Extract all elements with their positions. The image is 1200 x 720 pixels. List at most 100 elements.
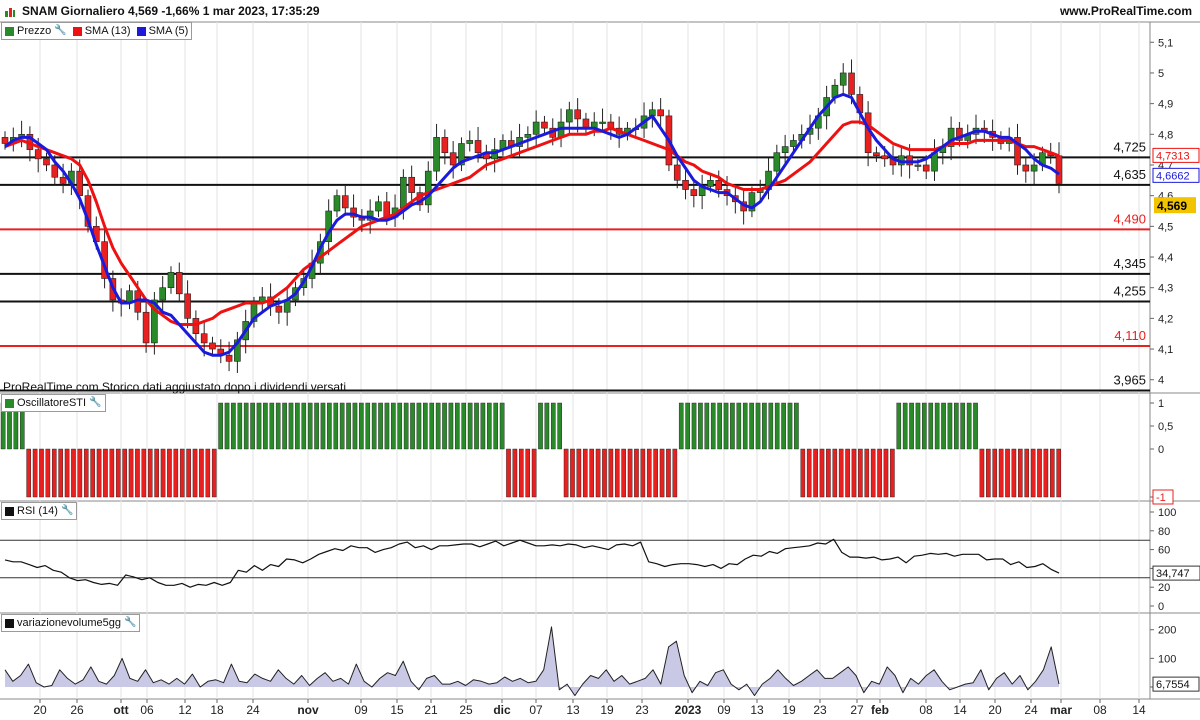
candle-body bbox=[790, 140, 797, 147]
oscillator-bar bbox=[806, 448, 812, 498]
oscillator-bar bbox=[672, 448, 678, 498]
candle-body bbox=[184, 293, 191, 319]
osc-y-tick-label: 0 bbox=[1158, 444, 1164, 456]
wrench-icon[interactable]: 🔧 bbox=[61, 503, 73, 519]
x-tick-label: 08 bbox=[919, 703, 933, 717]
candle-body bbox=[192, 318, 200, 335]
oscillator-bar bbox=[1037, 448, 1042, 498]
volume-area bbox=[4, 626, 1060, 697]
x-tick-label: 06 bbox=[140, 703, 154, 717]
x-tick-label: 13 bbox=[566, 703, 580, 717]
oscillator-bar bbox=[538, 402, 543, 450]
oscillator-bar bbox=[717, 402, 722, 450]
rsi-y-tick-label: 100 bbox=[1158, 507, 1176, 519]
oscillator-bar bbox=[896, 402, 902, 450]
candlesticks bbox=[1, 59, 1063, 373]
oscillator-bar bbox=[787, 402, 793, 450]
rsi-legend[interactable]: RSI (14) 🔧 bbox=[1, 502, 78, 520]
wrench-icon[interactable]: 🔧 bbox=[89, 395, 101, 411]
candle-body bbox=[773, 152, 781, 172]
candle-body bbox=[839, 72, 847, 86]
volume-legend[interactable]: variazionevolume5gg 🔧 bbox=[1, 614, 141, 632]
candle-body bbox=[424, 170, 432, 206]
oscillator-bar bbox=[327, 402, 332, 450]
x-tick-label: 25 bbox=[459, 703, 473, 717]
oscillator-bar bbox=[864, 448, 870, 498]
oscillator-bar bbox=[359, 402, 364, 450]
candle-body bbox=[532, 121, 540, 135]
oscillator-bar bbox=[269, 402, 275, 450]
oscillator-bar bbox=[627, 448, 633, 498]
oscillator-bar bbox=[96, 448, 102, 498]
oscillator-bar bbox=[563, 448, 569, 498]
oscillator-legend[interactable]: OscillatoreSTI 🔧 bbox=[1, 394, 106, 412]
osc-last-tag-label: -1 bbox=[1156, 492, 1166, 504]
oscillator-bar bbox=[179, 448, 185, 498]
candle-body bbox=[541, 121, 548, 129]
candle-body bbox=[474, 140, 482, 154]
rsi-last-tag-label: 34,747 bbox=[1156, 568, 1190, 580]
x-tick-label: 27 bbox=[850, 703, 864, 717]
candle-body bbox=[881, 155, 889, 160]
candle-body bbox=[574, 109, 581, 120]
price-y-tick-label: 5 bbox=[1158, 68, 1164, 80]
oscillator-bar bbox=[256, 402, 262, 450]
oscillator-bar bbox=[237, 402, 243, 450]
price-legend[interactable]: Prezzo 🔧 SMA (13) SMA (5) bbox=[1, 22, 193, 40]
candle-body bbox=[1030, 164, 1038, 172]
oscillator-bar bbox=[755, 402, 761, 450]
oscillator-bar bbox=[659, 448, 665, 498]
chart-icon bbox=[4, 5, 16, 17]
oscillator-bar bbox=[979, 448, 985, 498]
oscillator-bar bbox=[461, 402, 467, 450]
oscillator-bar bbox=[736, 402, 742, 450]
chart-canvas: 4,7254,6354,4904,3454,2554,1103,965 44,1… bbox=[0, 21, 1200, 717]
oscillator-bar bbox=[45, 448, 51, 498]
oscillator-bar bbox=[519, 448, 524, 498]
oscillator-bar bbox=[173, 448, 179, 498]
oscillator-bar bbox=[135, 448, 140, 498]
oscillator-bar bbox=[986, 448, 991, 498]
rsi-y-tick-label: 60 bbox=[1158, 545, 1170, 557]
axis-labels: 44,14,24,34,44,54,64,74,84,955,14,73134,… bbox=[33, 37, 1200, 717]
oscillator-bar bbox=[1030, 448, 1036, 498]
oscillator-bar bbox=[909, 402, 914, 450]
oscillator-bar bbox=[947, 402, 953, 450]
x-tick-label: 20 bbox=[33, 703, 47, 717]
site-url[interactable]: www.ProRealTime.com bbox=[1060, 0, 1192, 22]
oscillator-bar bbox=[199, 448, 204, 498]
oscillator-bar bbox=[429, 402, 435, 450]
oscillator-bar bbox=[800, 448, 806, 498]
oscillator-bar bbox=[934, 402, 940, 450]
oscillator-bar bbox=[39, 448, 44, 498]
x-tick-label: 13 bbox=[750, 703, 764, 717]
x-tick-label: 19 bbox=[782, 703, 796, 717]
sma13-legend-label: SMA (13) bbox=[84, 25, 131, 37]
wrench-icon[interactable]: 🔧 bbox=[54, 23, 66, 39]
candle-body bbox=[34, 149, 42, 160]
candle-body bbox=[209, 342, 216, 350]
x-tick-label: 23 bbox=[635, 703, 649, 717]
oscillator-bar bbox=[339, 402, 345, 450]
candle-body bbox=[225, 354, 233, 362]
oscillator-bar bbox=[416, 402, 422, 450]
oscillator-bar bbox=[621, 448, 626, 498]
oscillator-bar bbox=[730, 402, 735, 450]
wrench-icon[interactable]: 🔧 bbox=[124, 615, 136, 631]
candle-body bbox=[375, 201, 382, 212]
oscillator-bar bbox=[467, 402, 473, 450]
price-y-tick-label: 4,1 bbox=[1158, 344, 1173, 356]
oscillator-bar bbox=[704, 402, 710, 450]
oscillator-bar bbox=[685, 402, 690, 450]
oscillator-bar bbox=[455, 402, 460, 450]
oscillator-bar bbox=[813, 448, 818, 498]
oscillator-bar bbox=[32, 448, 38, 498]
oscillator-bar bbox=[512, 448, 518, 498]
oscillator-bar bbox=[973, 402, 978, 450]
oscillator-bar bbox=[141, 448, 147, 498]
oscillator-bar bbox=[928, 402, 934, 450]
oscillator-bar bbox=[646, 448, 652, 498]
oscillator-bar bbox=[314, 402, 319, 450]
x-tick-label: 24 bbox=[1024, 703, 1038, 717]
x-tick-label: ott bbox=[113, 703, 128, 717]
